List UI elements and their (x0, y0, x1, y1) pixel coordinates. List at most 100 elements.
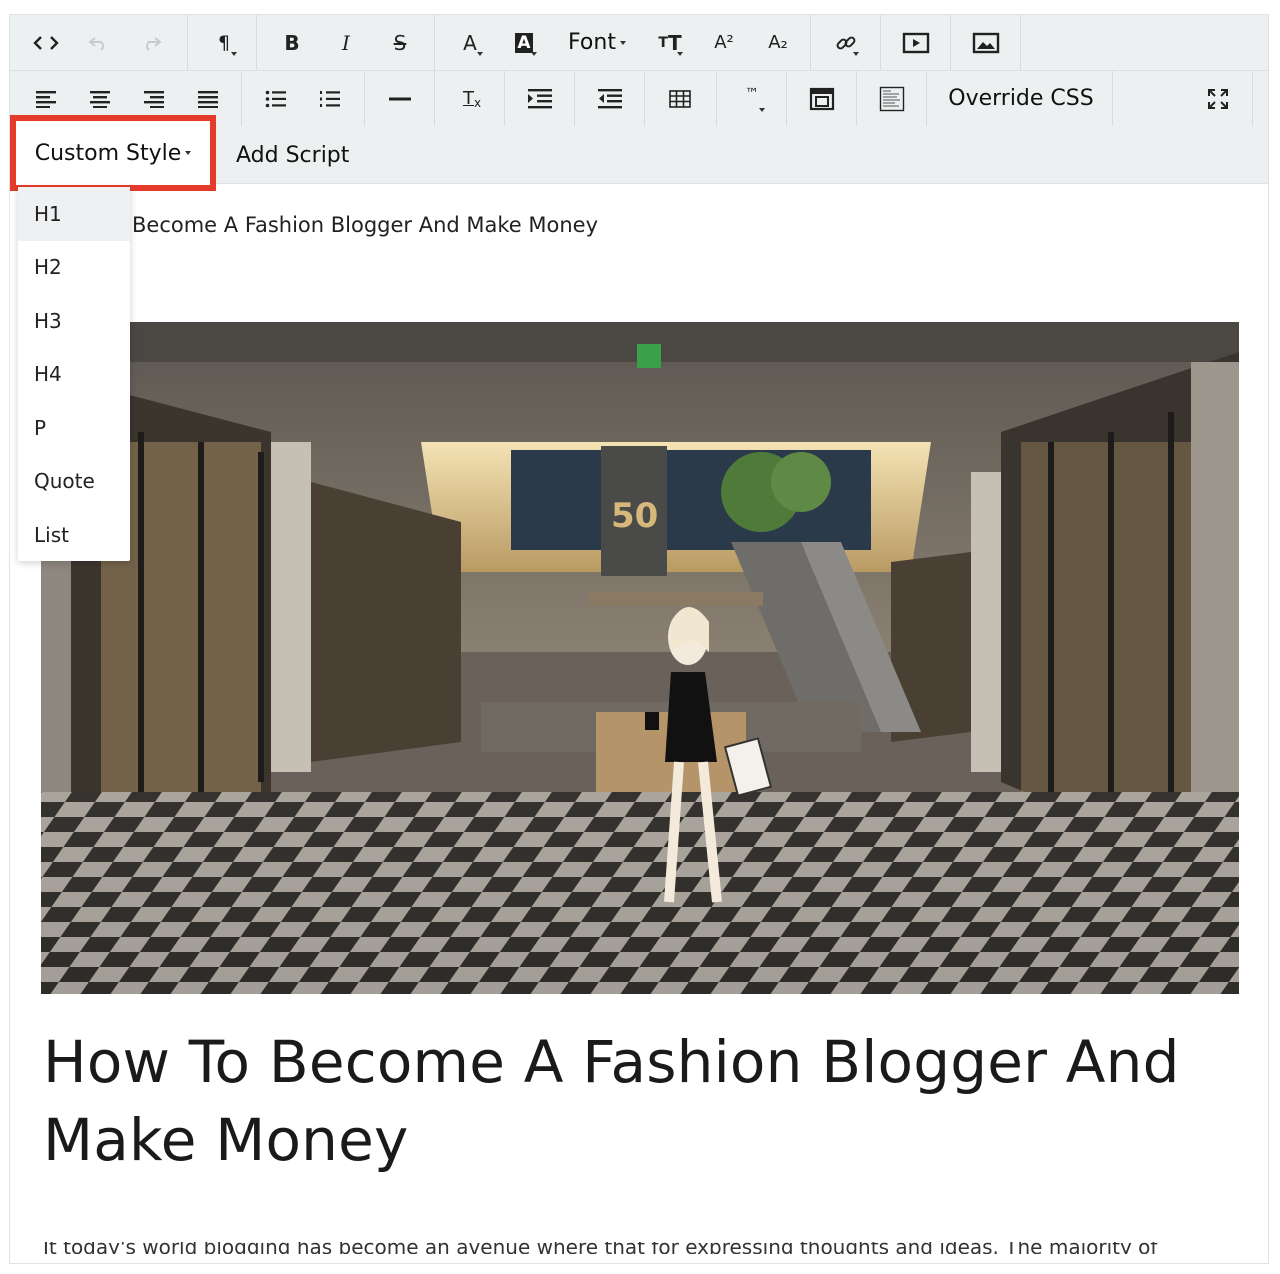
align-center-icon (90, 90, 110, 108)
chevron-down-icon (759, 108, 765, 112)
font-label: Font (568, 30, 616, 55)
separator (880, 15, 881, 70)
chevron-down-icon (231, 52, 237, 56)
insert-table-button[interactable] (658, 71, 702, 126)
chevron-down-icon (677, 52, 683, 56)
trademark-icon: ™ (745, 85, 759, 102)
background-color-icon: A (515, 32, 533, 53)
document-icon (879, 86, 905, 111)
undo-icon[interactable] (76, 15, 120, 70)
italic-button[interactable]: I (324, 15, 368, 70)
menu-item-quote[interactable]: Quote (18, 455, 130, 509)
italic-icon: I (342, 30, 350, 55)
separator (926, 71, 927, 126)
chevron-down-icon (477, 52, 483, 56)
insert-template-button[interactable] (800, 71, 844, 126)
separator (434, 15, 435, 70)
bullet-list-icon (265, 90, 286, 107)
separator (241, 71, 242, 126)
align-left-icon (36, 90, 56, 108)
separator (1252, 71, 1253, 126)
superscript-button[interactable]: A² (702, 15, 746, 70)
chevron-down-icon (531, 52, 537, 56)
link-icon (836, 36, 856, 49)
font-dropdown[interactable]: Font (558, 15, 636, 70)
separator (1112, 71, 1113, 126)
align-justify-icon (198, 90, 218, 108)
custom-style-menu: H1 H2 H3 H4 P Quote List (18, 187, 130, 561)
text-color-button[interactable]: A (448, 15, 492, 70)
body-text-cutoff: It today's world blogging has become an … (43, 1242, 1213, 1254)
fullscreen-icon (1208, 88, 1228, 109)
separator (856, 71, 857, 126)
link-button[interactable] (824, 15, 868, 70)
table-icon (669, 89, 691, 108)
separator (716, 71, 717, 126)
text-color-icon: A (463, 30, 477, 55)
font-size-icon: T (658, 34, 668, 51)
mall-illustration: 50 (41, 322, 1239, 994)
separator (810, 15, 811, 70)
bold-icon: B (284, 30, 300, 55)
fullscreen-button[interactable] (1196, 71, 1240, 126)
separator (644, 71, 645, 126)
html-block-button[interactable] (870, 71, 914, 126)
strikethrough-icon: S (393, 30, 407, 55)
code-view-icon[interactable] (24, 15, 68, 70)
separator (364, 71, 365, 126)
special-characters-button[interactable]: ™ (730, 71, 774, 126)
indent-icon (528, 88, 552, 108)
indent-button[interactable] (518, 71, 562, 126)
unordered-list-button[interactable] (254, 71, 298, 126)
subscript-button[interactable]: A₂ (756, 15, 800, 70)
separator (1020, 15, 1021, 70)
separator (187, 15, 188, 70)
chevron-down-icon (853, 52, 859, 56)
horizontal-rule-icon (389, 97, 411, 100)
rich-text-editor: ¶ B I S A A Font T T A² A₂ T x ™ Overrid… (9, 14, 1269, 1264)
font-size-button[interactable]: TT (648, 15, 692, 70)
override-css-button[interactable]: Override CSS (936, 71, 1106, 126)
menu-item-h3[interactable]: H3 (18, 294, 130, 348)
chevron-down-icon (185, 151, 192, 155)
video-icon (902, 32, 930, 53)
add-script-button[interactable]: Add Script (236, 127, 349, 183)
menu-item-h4[interactable]: H4 (18, 348, 130, 402)
superscript-icon: A² (714, 32, 734, 53)
hero-image[interactable]: 50 (41, 322, 1239, 994)
insert-video-button[interactable] (894, 15, 938, 70)
svg-text:50: 50 (611, 496, 658, 536)
separator (950, 15, 951, 70)
custom-style-dropdown[interactable]: Custom Style (10, 115, 216, 191)
paragraph-format-button[interactable]: ¶ (202, 15, 246, 70)
custom-style-label: Custom Style (34, 140, 182, 166)
separator (504, 71, 505, 126)
separator (434, 71, 435, 126)
paragraph-icon: ¶ (217, 31, 231, 54)
menu-item-h1[interactable]: H1 (18, 187, 130, 241)
clear-formatting-icon: T (462, 88, 474, 109)
subscript-icon: A₂ (768, 32, 788, 53)
background-color-button[interactable]: A (502, 15, 546, 70)
insert-image-button[interactable] (964, 15, 1008, 70)
body-text: It today's world blogging has become an … (43, 1242, 1158, 1254)
menu-item-list[interactable]: List (18, 508, 130, 562)
numbered-list-icon (320, 90, 340, 107)
separator (256, 15, 257, 70)
template-icon (809, 87, 835, 110)
strikethrough-button[interactable]: S (378, 15, 422, 70)
separator (574, 71, 575, 126)
chevron-down-icon (619, 40, 626, 45)
document-title: Become A Fashion Blogger And Make Money (132, 213, 599, 237)
redo-icon[interactable] (130, 15, 174, 70)
clear-formatting-button[interactable]: Tx (450, 71, 494, 126)
horizontal-rule-button[interactable] (378, 71, 422, 126)
separator (786, 71, 787, 126)
menu-item-h2[interactable]: H2 (18, 241, 130, 295)
menu-item-p[interactable]: P (18, 401, 130, 455)
toolbar-row-1: ¶ B I S A A Font T T A² A₂ (10, 15, 1268, 71)
bold-button[interactable]: B (270, 15, 314, 70)
add-script-label: Add Script (236, 142, 350, 168)
ordered-list-button[interactable] (308, 71, 352, 126)
outdent-button[interactable] (588, 71, 632, 126)
